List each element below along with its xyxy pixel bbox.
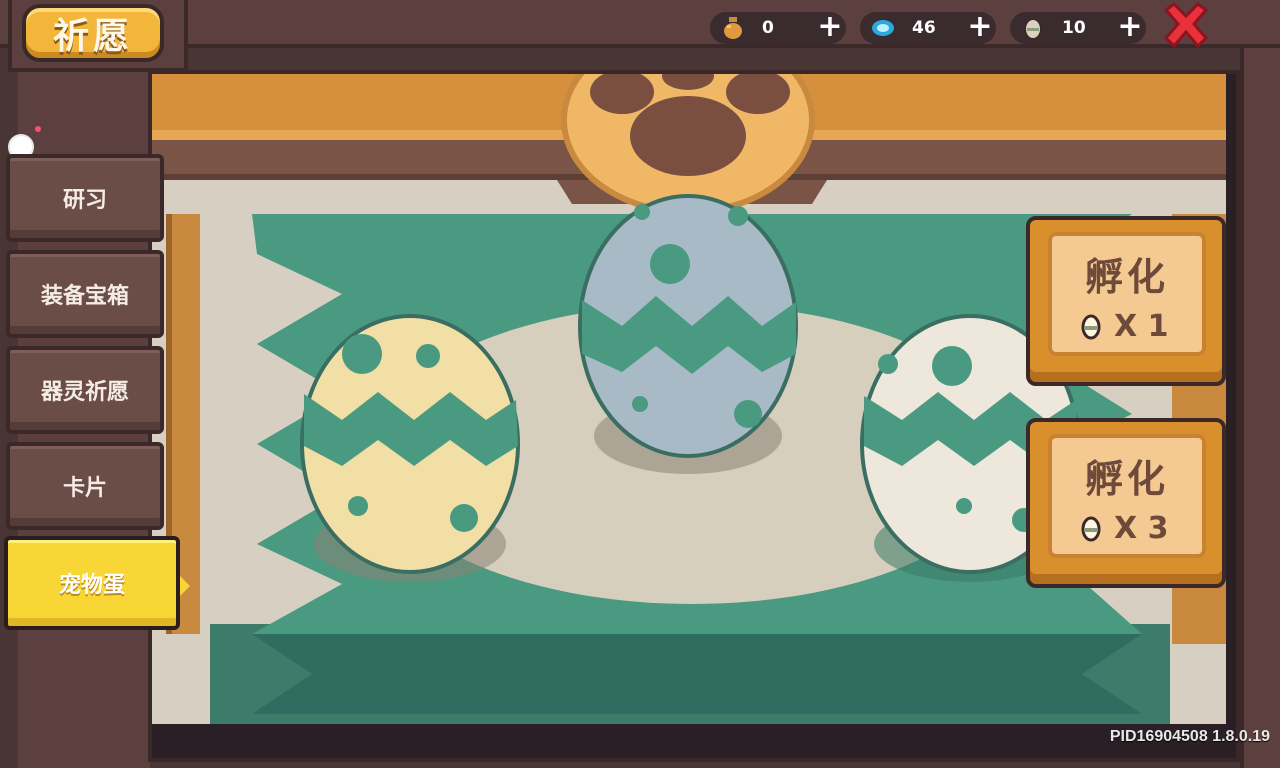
- add-egg-button[interactable]: +: [1112, 10, 1148, 46]
- tab-cards-label: 卡片: [62, 476, 107, 501]
- active-tab-arrow: [180, 576, 190, 596]
- currency-gem-value: 46: [912, 18, 936, 38]
- hatch-x1-button[interactable]: 孵化 X 1: [1026, 216, 1226, 386]
- currency-egg: 10 +: [1010, 10, 1148, 46]
- close-icon[interactable]: [1162, 2, 1210, 48]
- version-label: PID16904508 1.8.0.19: [1109, 728, 1270, 745]
- egg-cost-icon: [1081, 516, 1101, 542]
- hatch-x1-cost: X 1: [1080, 308, 1168, 344]
- gem-icon: [872, 20, 894, 36]
- tab-pet-egg[interactable]: 宠物蛋: [4, 536, 190, 630]
- hatch-x1-cost-value: X 1: [1114, 308, 1169, 344]
- page-title: 祈愿: [22, 4, 164, 62]
- right-frame: [1240, 48, 1280, 768]
- tab-cards[interactable]: 卡片: [6, 442, 164, 530]
- hatch-x1-panel: 孵化 X 1: [1048, 232, 1206, 356]
- currency-bottle-value: 0: [762, 18, 774, 38]
- bottle-icon: [724, 17, 742, 39]
- currency-gem: 46 +: [860, 10, 998, 46]
- egg-icon: [1024, 18, 1042, 40]
- egg-cost-icon: [1081, 314, 1101, 340]
- scene-artwork: [152, 74, 1226, 724]
- egg-middle: [578, 194, 798, 458]
- tab-study[interactable]: 研习: [6, 154, 164, 242]
- tab-study-label: 研习: [62, 188, 107, 213]
- hatch-x1-label: 孵化: [1084, 255, 1169, 299]
- currency-egg-value: 10: [1062, 18, 1086, 38]
- tab-equipment-chest-label: 装备宝箱: [40, 284, 129, 309]
- currency-bottle: 0 +: [710, 10, 848, 46]
- add-gem-button[interactable]: +: [962, 10, 998, 46]
- tab-spirit-wish-label: 器灵祈愿: [40, 380, 129, 405]
- tab-spirit-wish[interactable]: 器灵祈愿: [6, 346, 164, 434]
- notification-dot: [35, 126, 41, 132]
- hatch-x3-button[interactable]: 孵化 X 3: [1026, 418, 1226, 588]
- hatch-x3-cost-value: X 3: [1114, 510, 1169, 546]
- hatch-x3-panel: 孵化 X 3: [1048, 434, 1206, 558]
- egg-display-scene: [152, 74, 1226, 724]
- tab-pet-egg-label: 宠物蛋: [58, 573, 125, 598]
- hatch-x3-cost: X 3: [1080, 510, 1168, 546]
- add-bottle-button[interactable]: +: [812, 10, 848, 46]
- hatch-x3-label: 孵化: [1084, 457, 1169, 501]
- tab-equipment-chest[interactable]: 装备宝箱: [6, 250, 164, 338]
